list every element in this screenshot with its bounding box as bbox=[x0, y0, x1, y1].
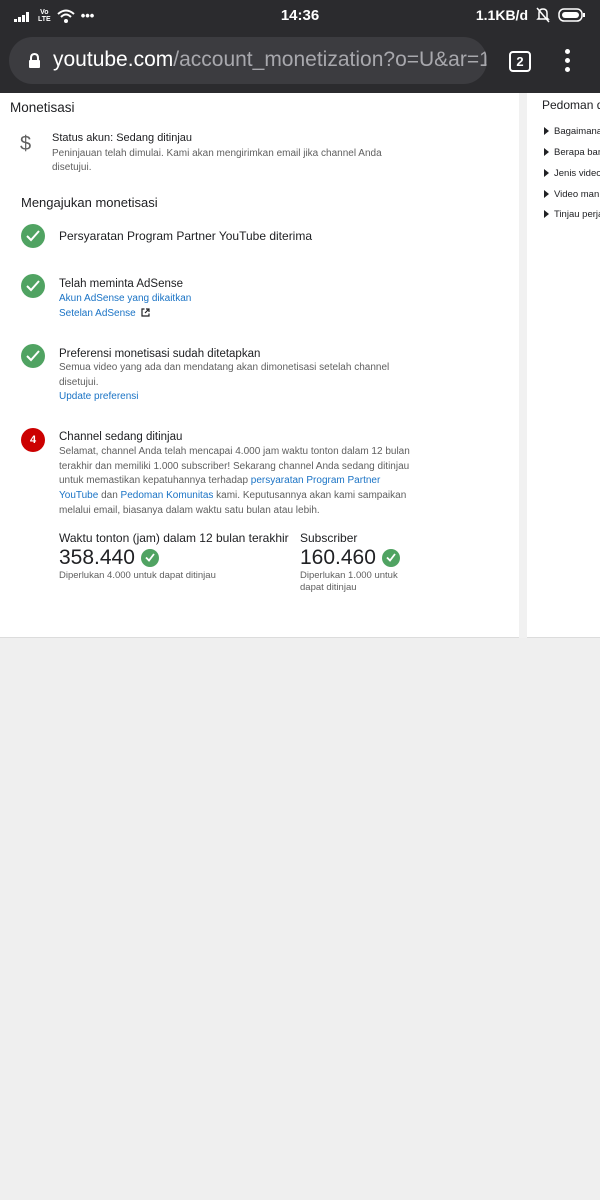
side-item-label: Tinjau perja bbox=[554, 209, 600, 220]
watch-hours-label: Waktu tonton (jam) dalam 12 bulan terakh… bbox=[59, 531, 289, 545]
side-item[interactable]: Video man bbox=[544, 189, 599, 200]
monetization-panel: Monetisasi $ Status akun: Sedang ditinja… bbox=[0, 93, 519, 638]
bell-muted-icon bbox=[536, 7, 550, 23]
battery-icon bbox=[558, 8, 585, 22]
caret-right-icon bbox=[544, 169, 549, 177]
side-item[interactable]: Tinjau perja bbox=[544, 209, 600, 220]
adsense-settings-label: Setelan AdSense bbox=[59, 308, 136, 319]
linked-adsense-link[interactable]: Akun AdSense yang dikaitkan bbox=[59, 293, 191, 304]
check-circle-icon bbox=[21, 224, 45, 248]
browser-toolbar: youtube.com/account_monetization?o=U&ar=… bbox=[0, 32, 600, 93]
community-guidelines-link[interactable]: Pedoman Komunitas bbox=[121, 490, 214, 501]
subscriber-label: Subscriber bbox=[300, 531, 358, 545]
caret-right-icon bbox=[544, 210, 549, 218]
apply-monetization-title: Mengajukan monetisasi bbox=[21, 195, 158, 210]
caret-right-icon bbox=[544, 127, 549, 135]
check-circle-icon bbox=[21, 344, 45, 368]
external-link-icon bbox=[140, 308, 150, 317]
step-3-title: Preferensi monetisasi sudah ditetapkan bbox=[59, 348, 261, 360]
check-circle-icon bbox=[21, 274, 45, 298]
side-item-label: Jenis video bbox=[554, 168, 600, 179]
caret-right-icon bbox=[544, 190, 549, 198]
url-path: /account_monetization?o=U&ar=1568 bbox=[173, 48, 487, 71]
step-4-description: Selamat, channel Anda telah mencapai 4.0… bbox=[59, 445, 419, 519]
lock-icon bbox=[29, 53, 40, 68]
adsense-settings-link[interactable]: Setelan AdSense bbox=[59, 308, 150, 319]
watch-hours-value: 358.440 bbox=[59, 546, 135, 569]
panel-divider bbox=[519, 93, 527, 638]
side-panel-title: Pedoman dan bbox=[542, 98, 600, 112]
watch-hours-metric: 358.440 bbox=[59, 546, 159, 570]
step-3-description: Semua video yang ada dan mendatang akan … bbox=[59, 362, 390, 388]
step-1-title: Persyaratan Program Partner YouTube dite… bbox=[59, 229, 313, 243]
watch-hours-note: Diperlukan 4.000 untuk dapat ditinjau bbox=[59, 570, 216, 581]
url-text[interactable]: youtube.com/account_monetization?o=U&ar=… bbox=[53, 48, 487, 72]
update-preferences-link[interactable]: Update preferensi bbox=[59, 391, 139, 402]
subscriber-metric: 160.460 bbox=[300, 546, 400, 570]
account-status-title: Status akun: Sedang ditinjau bbox=[52, 132, 193, 144]
page-content: Monetisasi $ Status akun: Sedang ditinja… bbox=[0, 93, 600, 638]
tab-switcher-button[interactable]: 2 bbox=[509, 51, 531, 72]
check-circle-icon bbox=[140, 549, 159, 567]
url-host: youtube.com bbox=[53, 48, 174, 71]
step-4-desc-part2: dan bbox=[98, 490, 121, 502]
step-2-title: Telah meminta AdSense bbox=[59, 278, 184, 290]
side-item[interactable]: Jenis video bbox=[544, 168, 600, 179]
section-title: Monetisasi bbox=[10, 100, 75, 115]
check-circle-icon bbox=[381, 549, 400, 567]
network-speed: 1.1KB/d bbox=[475, 7, 528, 23]
side-item[interactable]: Berapa ban bbox=[544, 147, 600, 158]
address-bar[interactable]: youtube.com/account_monetization?o=U&ar=… bbox=[9, 37, 487, 84]
side-item-label: Berapa ban bbox=[554, 147, 600, 158]
caret-right-icon bbox=[544, 148, 549, 156]
side-item-label: Bagaimana bbox=[554, 126, 600, 137]
side-item-label: Video man bbox=[554, 189, 600, 200]
step-4-title: Channel sedang ditinjau bbox=[59, 431, 183, 443]
account-status-description: Peninjauan telah dimulai. Kami akan meng… bbox=[52, 148, 382, 173]
status-bar: Vo LTE ••• 14:36 1.1KB/d bbox=[0, 0, 600, 32]
step-4-number-badge: 4 bbox=[21, 428, 45, 452]
subscriber-note: Diperlukan 1.000 untuk dapat ditinjau bbox=[300, 570, 398, 593]
guidelines-side-panel: Pedoman dan Bagaimana Berapa ban Jenis v… bbox=[527, 93, 600, 638]
dollar-icon: $ bbox=[20, 133, 32, 155]
status-right: 1.1KB/d bbox=[476, 7, 586, 23]
subscriber-value: 160.460 bbox=[300, 546, 376, 569]
side-item[interactable]: Bagaimana bbox=[544, 126, 600, 137]
overflow-menu-icon[interactable] bbox=[560, 49, 574, 75]
